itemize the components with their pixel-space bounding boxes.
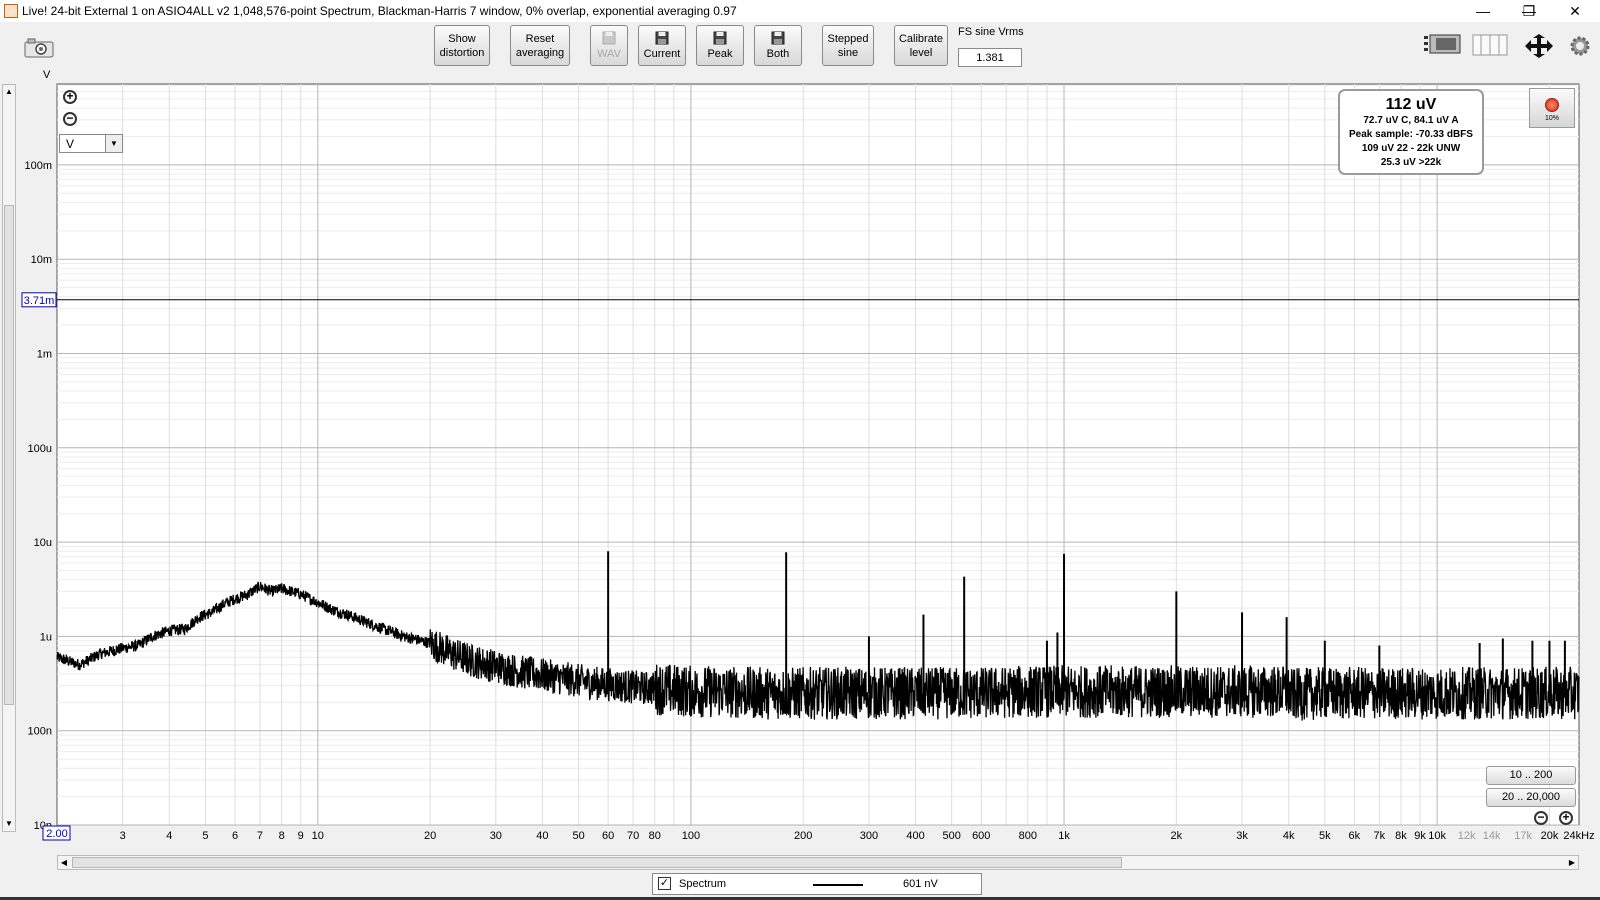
x-start-label: 2.00	[46, 828, 67, 840]
y-tick-label: 10m	[31, 254, 52, 266]
x-tick-label: 17k	[1514, 830, 1532, 842]
legend-line-swatch	[813, 884, 863, 886]
x-tick-label: 80	[649, 830, 661, 842]
x-tick-label: 50	[572, 830, 584, 842]
x-tick-label: 10	[312, 830, 324, 842]
x-tick-label: 24kHz	[1563, 830, 1594, 842]
spectrum-visible-checkbox[interactable]: ✓	[658, 877, 671, 890]
zoom-preset-20-20000[interactable]: 20 .. 20,000	[1486, 788, 1576, 807]
level-line: 109 uV 22 - 22k UNW	[1361, 143, 1461, 154]
x-tick-label: 14k	[1483, 830, 1501, 842]
x-tick-label: 1k	[1058, 830, 1070, 842]
scroll-right-icon[interactable]: ▶	[1566, 856, 1578, 869]
y-tick-label: 100n	[28, 726, 52, 738]
unit-select-value: V	[66, 137, 75, 151]
level-line: 25.3 uV >22k	[1380, 157, 1442, 168]
x-tick-label: 60	[602, 830, 614, 842]
x-tick-label: 800	[1019, 830, 1037, 842]
x-tick-label: 9	[298, 830, 304, 842]
x-tick-label: 500	[943, 830, 961, 842]
y-tick-label: 10u	[34, 537, 52, 549]
x-tick-label: 600	[972, 830, 990, 842]
horizontal-scroll-thumb[interactable]	[72, 857, 1122, 868]
y-tick-label: 100m	[24, 160, 52, 172]
legend: ✓ Spectrum 601 nV	[652, 873, 982, 895]
x-zoom-in-icon[interactable]: +	[1559, 811, 1573, 825]
x-tick-label: 3k	[1236, 830, 1248, 842]
unit-select[interactable]: V ▼	[59, 134, 123, 153]
level-main: 112 uV	[1385, 96, 1437, 113]
x-tick-label: 200	[794, 830, 812, 842]
x-tick-label: 3	[120, 830, 126, 842]
x-tick-label: 9k	[1414, 830, 1426, 842]
level-line: 72.7 uV C, 84.1 uV A	[1363, 115, 1459, 126]
x-tick-label: 8k	[1395, 830, 1407, 842]
x-tick-label: 4k	[1283, 830, 1295, 842]
x-tick-label: 100	[682, 830, 700, 842]
y-tick-label: 100u	[28, 443, 52, 455]
x-tick-label: 12k	[1458, 830, 1476, 842]
x-tick-label: 5	[202, 830, 208, 842]
x-zoom-out-icon[interactable]: −	[1534, 811, 1548, 825]
record-percent: 10%	[1544, 115, 1559, 122]
level-line: Peak sample: -70.33 dBFS	[1349, 129, 1473, 140]
x-tick-label: 20k	[1541, 830, 1559, 842]
scroll-left-icon[interactable]: ◀	[58, 856, 70, 869]
x-tick-label: 8	[279, 830, 285, 842]
plot-area	[56, 83, 1580, 826]
cursor-label: 3.71m	[24, 295, 55, 307]
x-tick-label: 4	[166, 830, 172, 842]
y-tick-label: 1u	[40, 631, 52, 643]
x-tick-label: 5k	[1319, 830, 1331, 842]
x-tick-label: 30	[490, 830, 502, 842]
horizontal-scrollbar[interactable]: ◀ ▶	[57, 855, 1579, 870]
x-tick-label: 70	[627, 830, 639, 842]
x-tick-label: 7k	[1374, 830, 1386, 842]
record-button[interactable]: 10%	[1529, 88, 1575, 128]
chevron-down-icon[interactable]: ▼	[105, 135, 122, 152]
x-tick-label: 40	[536, 830, 548, 842]
x-tick-label: 20	[424, 830, 436, 842]
x-tick-label: 2k	[1171, 830, 1183, 842]
legend-series-value: 601 nV	[903, 878, 938, 890]
x-tick-label: 400	[906, 830, 924, 842]
zoom-out-icon[interactable]: −	[63, 112, 77, 126]
zoom-preset-10-200[interactable]: 10 .. 200	[1486, 766, 1576, 785]
legend-series-name: Spectrum	[679, 878, 727, 890]
x-tick-label: 6	[232, 830, 238, 842]
x-tick-label: 300	[860, 830, 878, 842]
x-tick-label: 6k	[1349, 830, 1361, 842]
zoom-in-icon[interactable]: +	[63, 90, 77, 104]
level-readout: 112 uV 72.7 uV C, 84.1 uV A Peak sample:…	[1338, 89, 1484, 175]
x-tick-label: 7	[257, 830, 263, 842]
x-tick-label: 10k	[1428, 830, 1446, 842]
record-dot-icon	[1545, 98, 1559, 112]
y-tick-label: 1m	[37, 349, 52, 361]
